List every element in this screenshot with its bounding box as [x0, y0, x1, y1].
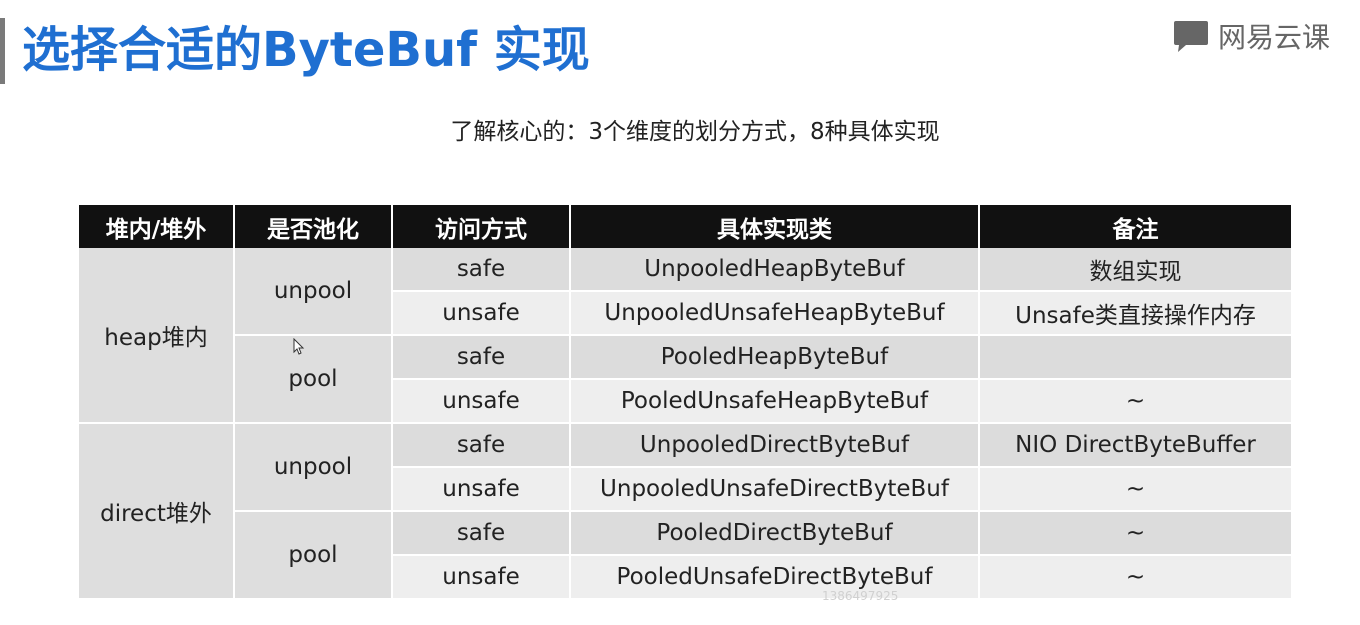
note-cell	[980, 336, 1291, 380]
header-pooling: 是否池化	[235, 205, 393, 248]
class-cell: UnpooledUnsafeDirectByteBuf	[571, 468, 980, 512]
class-cell: UnpooledDirectByteBuf	[571, 424, 980, 468]
access-cell: unsafe	[393, 380, 571, 424]
subtitle: 了解核心的：3个维度的划分方式，8种具体实现	[450, 119, 940, 145]
header-class: 具体实现类	[571, 205, 980, 248]
note-cell: NIO DirectByteBuffer	[980, 424, 1291, 468]
note-cell: Unsafe类直接操作内存	[980, 292, 1291, 336]
access-cell: safe	[393, 512, 571, 556]
class-cell: PooledUnsafeDirectByteBuf	[571, 556, 980, 600]
header-note: 备注	[980, 205, 1291, 248]
pooling-cell: unpool	[235, 424, 393, 512]
pooling-cell: pool	[235, 336, 393, 424]
access-cell: safe	[393, 424, 571, 468]
table-row: pool safe PooledDirectByteBuf ~	[79, 512, 1291, 600]
note-cell: ~	[980, 556, 1291, 600]
mouse-cursor-icon	[293, 338, 305, 355]
table-row: heap堆内 unpool safe UnpooledHeapByteBuf 数…	[79, 248, 1291, 424]
logo-text: 网易云课	[1218, 21, 1331, 54]
table-row: pool safe PooledHeapByteBuf	[79, 336, 1291, 424]
class-cell: PooledDirectByteBuf	[571, 512, 980, 556]
accent-bar	[0, 18, 5, 84]
note-cell: ~	[980, 380, 1291, 424]
header-location: 堆内/堆外	[79, 205, 235, 248]
note-cell: ~	[980, 512, 1291, 556]
logo: 网易云课	[1172, 14, 1330, 58]
table-row: direct堆外 unpool safe UnpooledDirectByteB…	[79, 424, 1291, 600]
access-cell: unsafe	[393, 468, 571, 512]
access-cell: unsafe	[393, 292, 571, 336]
header-access: 访问方式	[393, 205, 571, 248]
watermark: 1386497925	[822, 589, 899, 603]
access-cell: safe	[393, 336, 571, 380]
class-cell: PooledHeapByteBuf	[571, 336, 980, 380]
table-header-row: 堆内/堆外 是否池化 访问方式 具体实现类 备注	[79, 205, 1291, 248]
pooling-cell: pool	[235, 512, 393, 600]
access-cell: safe	[393, 248, 571, 292]
speech-book-icon	[1174, 21, 1208, 52]
bytebuf-table: 堆内/堆外 是否池化 访问方式 具体实现类 备注 heap堆内 unpool s…	[79, 205, 1291, 600]
class-cell: UnpooledHeapByteBuf	[571, 248, 980, 292]
class-cell: UnpooledUnsafeHeapByteBuf	[571, 292, 980, 336]
class-cell: PooledUnsafeHeapByteBuf	[571, 380, 980, 424]
location-cell: direct堆外	[79, 424, 235, 600]
access-cell: unsafe	[393, 556, 571, 600]
note-cell: ~	[980, 468, 1291, 512]
location-cell: heap堆内	[79, 248, 235, 424]
pooling-cell: unpool	[235, 248, 393, 336]
note-cell: 数组实现	[980, 248, 1291, 292]
slide-title: 选择合适的ByteBuf 实现	[22, 22, 590, 78]
